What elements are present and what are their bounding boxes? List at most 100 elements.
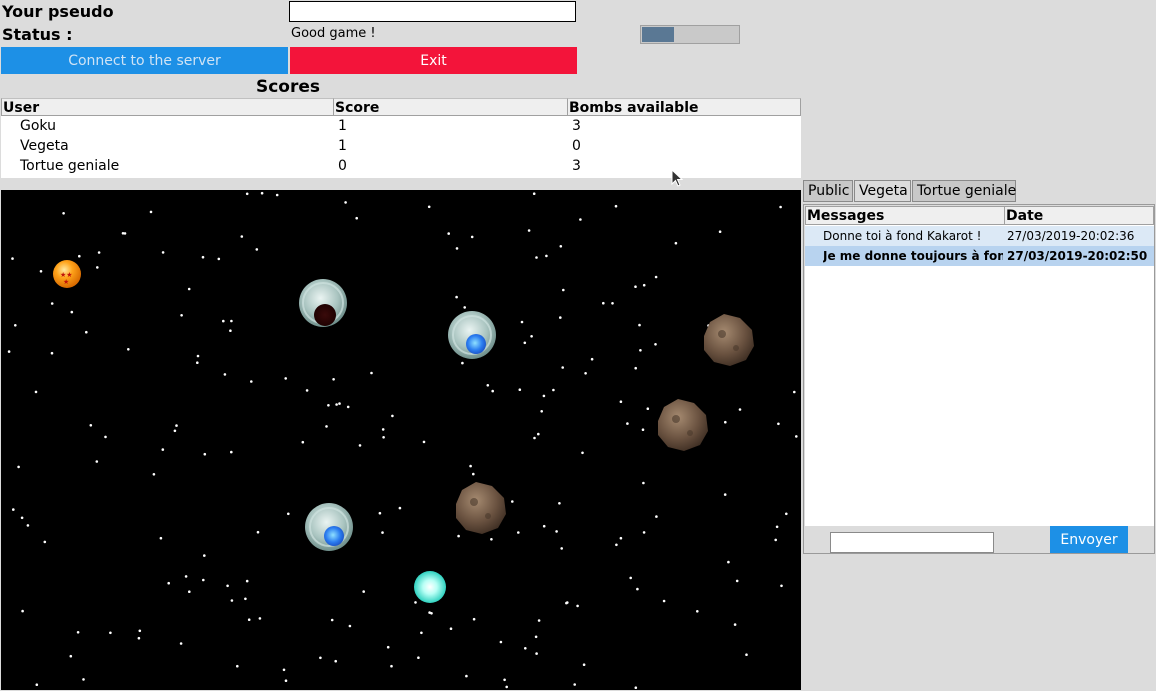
star [774, 538, 777, 542]
user-cell: Goku [20, 118, 56, 134]
star [420, 631, 423, 635]
star [455, 247, 459, 250]
star [527, 229, 531, 232]
star [332, 378, 335, 381]
star [535, 256, 538, 259]
column-header-messages[interactable]: Messages [805, 206, 1005, 225]
star [427, 205, 431, 209]
star [674, 241, 678, 245]
star [226, 584, 229, 588]
star [552, 388, 555, 392]
column-header-bombs[interactable]: Bombs available [567, 98, 801, 116]
star [69, 654, 73, 658]
star [127, 348, 130, 351]
star [735, 579, 739, 583]
score-cell: 1 [338, 118, 347, 134]
player-ship-icon [299, 279, 347, 327]
star [240, 235, 244, 238]
message-text: Donne toi à fond Kakarot ! [823, 229, 982, 243]
messages-table: Messages Date Donne toi à fond Kakarot !… [805, 206, 1154, 526]
star [723, 493, 727, 496]
game-canvas[interactable]: ★★ ★ [1, 190, 801, 690]
star [179, 642, 183, 645]
star [505, 685, 509, 689]
tab-tortue-geniale[interactable]: Tortue geniale [912, 180, 1016, 202]
star [161, 448, 165, 451]
star [470, 235, 474, 239]
column-header-date[interactable]: Date [1004, 206, 1154, 225]
star [780, 584, 783, 588]
star [491, 389, 495, 393]
status-label: Status : [2, 25, 73, 44]
star [455, 295, 458, 299]
connect-button[interactable]: Connect to the server [1, 47, 288, 74]
star [561, 366, 564, 369]
star [222, 319, 225, 323]
star [579, 218, 582, 221]
star [469, 464, 472, 468]
star [275, 193, 279, 197]
tab-public[interactable]: Public [803, 180, 853, 202]
star [422, 440, 426, 444]
star [555, 530, 558, 533]
star [223, 373, 227, 376]
star [334, 659, 338, 663]
star [626, 422, 629, 425]
star [777, 422, 780, 426]
star [175, 424, 178, 427]
star [167, 581, 170, 585]
asteroid-icon [658, 399, 708, 451]
star [775, 525, 779, 529]
chat-message-input[interactable] [830, 532, 994, 553]
star [255, 248, 259, 251]
star [202, 578, 205, 582]
star [542, 394, 546, 398]
star [245, 192, 249, 196]
star [461, 361, 464, 365]
star [152, 473, 156, 476]
send-button[interactable]: Envoyer [1050, 526, 1128, 553]
star [149, 210, 153, 214]
tab-vegeta[interactable]: Vegeta [854, 180, 911, 202]
star [559, 316, 562, 319]
star [582, 663, 586, 666]
star [217, 257, 221, 261]
star [196, 361, 199, 364]
star [417, 656, 420, 659]
star [614, 204, 618, 208]
star [558, 502, 561, 505]
bombs-cell: 0 [572, 138, 581, 154]
star [287, 512, 290, 516]
bombs-cell: 3 [572, 118, 581, 134]
star [301, 440, 305, 444]
star [636, 587, 639, 591]
star [97, 251, 101, 254]
star [39, 270, 43, 273]
exit-button[interactable]: Exit [290, 47, 577, 74]
star [96, 266, 99, 269]
star [137, 636, 141, 640]
star [244, 597, 247, 601]
star [335, 403, 338, 406]
star [518, 388, 522, 391]
pseudo-input[interactable] [289, 1, 576, 22]
star [378, 511, 382, 515]
star [196, 354, 200, 358]
star [641, 428, 645, 431]
star [78, 254, 81, 258]
star [537, 432, 540, 436]
message-row-selected[interactable]: Je me donne toujours à fond 27/03/2019-2… [805, 246, 1154, 266]
column-header-score[interactable]: Score [333, 98, 568, 116]
scores-table: User Score Bombs available Goku 1 3 Vege… [1, 98, 801, 178]
star [642, 531, 646, 534]
column-header-user[interactable]: User [1, 98, 334, 116]
star [50, 351, 54, 355]
star [362, 590, 366, 593]
message-row[interactable]: Donne toi à fond Kakarot ! 27/03/2019-20… [805, 226, 1154, 246]
star [560, 547, 563, 550]
star [35, 683, 39, 686]
user-cell: Vegeta [20, 138, 69, 154]
star [573, 683, 576, 686]
player-ship-icon [305, 503, 353, 551]
star [639, 349, 642, 352]
